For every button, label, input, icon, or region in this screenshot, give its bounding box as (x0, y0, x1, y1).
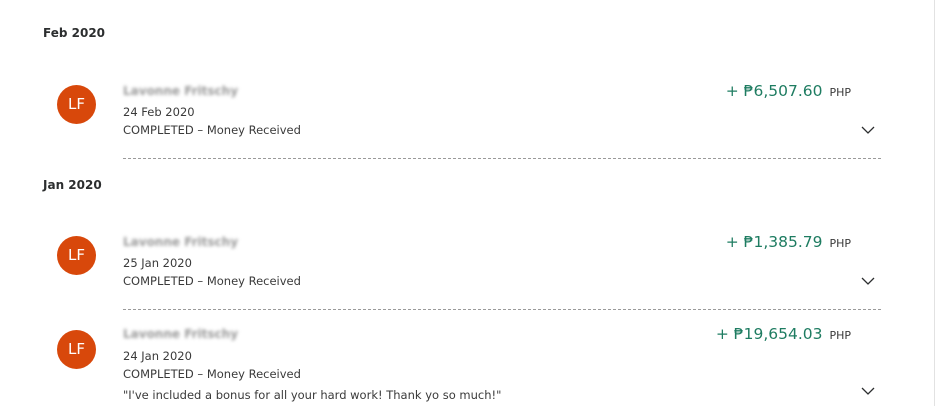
transaction-amount: + ₱1,385.79 PHP (726, 233, 851, 251)
transaction-amount: + ₱6,507.60 PHP (726, 82, 851, 100)
amount-value: + ₱1,385.79 (725, 233, 823, 251)
sender-name: Lavonne Fritschy (123, 327, 239, 341)
sender-name: Lavonne Fritschy (123, 84, 239, 98)
transaction-status: COMPLETED – Money Received (123, 274, 301, 288)
avatar: LF (57, 236, 96, 275)
row-divider (123, 309, 881, 310)
transaction-amount: + ₱19,654.03 PHP (716, 325, 851, 343)
avatar: LF (57, 330, 96, 369)
amount-value: + ₱19,654.03 (715, 325, 823, 343)
transaction-date: 25 Jan 2020 (123, 256, 192, 270)
chevron-down-icon[interactable] (861, 276, 875, 286)
transaction-date: 24 Jan 2020 (123, 349, 192, 363)
month-header: Feb 2020 (43, 26, 106, 40)
row-divider (123, 158, 881, 159)
chevron-down-icon[interactable] (861, 125, 875, 135)
sender-name: Lavonne Fritschy (123, 235, 239, 249)
transaction-date: 24 Feb 2020 (123, 105, 195, 119)
transaction-status: COMPLETED – Money Received (123, 123, 301, 137)
transaction-note: "I've included a bonus for all your hard… (123, 388, 502, 402)
activity-panel: Feb 2020 LF Lavonne Fritschy 24 Feb 2020… (0, 0, 935, 406)
amount-currency: PHP (829, 329, 851, 342)
avatar: LF (57, 85, 96, 124)
amount-currency: PHP (829, 237, 851, 250)
month-header: Jan 2020 (43, 178, 102, 192)
transaction-status: COMPLETED – Money Received (123, 367, 301, 381)
amount-value: + ₱6,507.60 (725, 82, 823, 100)
amount-currency: PHP (829, 86, 851, 99)
chevron-down-icon[interactable] (861, 386, 875, 396)
